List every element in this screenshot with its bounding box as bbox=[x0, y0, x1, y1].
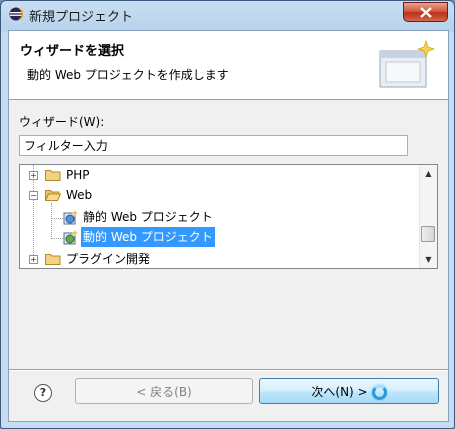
busy-spinner-icon bbox=[371, 385, 387, 400]
dialog-content: ウィザードを選択 動的 Web プロジェクトを作成します ウィザード(W): + bbox=[8, 30, 449, 422]
close-icon bbox=[419, 6, 432, 18]
title-bar[interactable]: 新規プロジェクト bbox=[1, 1, 454, 29]
static-web-project-icon bbox=[63, 210, 78, 225]
tree-item-web[interactable]: − Web bbox=[20, 185, 420, 205]
scroll-down-icon[interactable]: ▼ bbox=[420, 251, 437, 268]
button-bar-separator bbox=[9, 369, 448, 371]
close-button[interactable] bbox=[403, 2, 448, 22]
tree-item-label: Web bbox=[66, 188, 93, 202]
tree-item-label: 動的 Web プロジェクト bbox=[81, 227, 215, 247]
tree-item-label: PHP bbox=[66, 168, 90, 182]
tree-item-label: 静的 Web プロジェクト bbox=[83, 210, 213, 224]
collapse-icon[interactable]: − bbox=[29, 191, 38, 200]
tree-scrollbar[interactable]: ▲ ▼ bbox=[419, 165, 437, 268]
window-title: 新規プロジェクト bbox=[29, 10, 134, 25]
back-button[interactable]: < 戻る(B) bbox=[75, 378, 253, 404]
scrollbar-thumb[interactable] bbox=[421, 226, 435, 242]
help-button[interactable]: ? bbox=[34, 384, 52, 402]
dynamic-web-project-icon bbox=[63, 230, 78, 245]
open-folder-icon bbox=[45, 190, 61, 201]
next-button[interactable]: 次へ(N) > bbox=[259, 378, 439, 404]
wizards-label: ウィザード(W): bbox=[19, 115, 105, 129]
tree-item-label: プラグイン開発 bbox=[66, 252, 151, 266]
folder-icon bbox=[45, 254, 61, 265]
banner-title: ウィザードを選択 bbox=[20, 44, 125, 59]
new-wizard-icon bbox=[379, 39, 436, 88]
expand-icon[interactable]: + bbox=[29, 255, 38, 264]
next-button-label: 次へ(N) > bbox=[311, 385, 368, 399]
tree-item-static-web-project[interactable]: 静的 Web プロジェクト bbox=[20, 207, 420, 227]
eclipse-icon bbox=[9, 7, 23, 21]
new-project-dialog: 新規プロジェクト ウィザードを選択 動的 Web プロジェクトを作成します ウィ… bbox=[0, 0, 455, 429]
tree-item-php[interactable]: + PHP bbox=[20, 165, 420, 185]
wizard-tree[interactable]: + PHP − Web 静的 Web プロジェクト 動的 Web プロジェクト … bbox=[19, 164, 438, 269]
wizard-banner: ウィザードを選択 動的 Web プロジェクトを作成します bbox=[9, 31, 448, 100]
tree-item-plugin-development[interactable]: + プラグイン開発 bbox=[20, 249, 420, 268]
folder-icon bbox=[45, 170, 61, 181]
scroll-up-icon[interactable]: ▲ bbox=[420, 165, 437, 182]
filter-input[interactable] bbox=[19, 135, 408, 156]
expand-icon[interactable]: + bbox=[29, 171, 38, 180]
tree-item-dynamic-web-project[interactable]: 動的 Web プロジェクト bbox=[20, 227, 420, 247]
banner-description: 動的 Web プロジェクトを作成します bbox=[27, 68, 229, 82]
